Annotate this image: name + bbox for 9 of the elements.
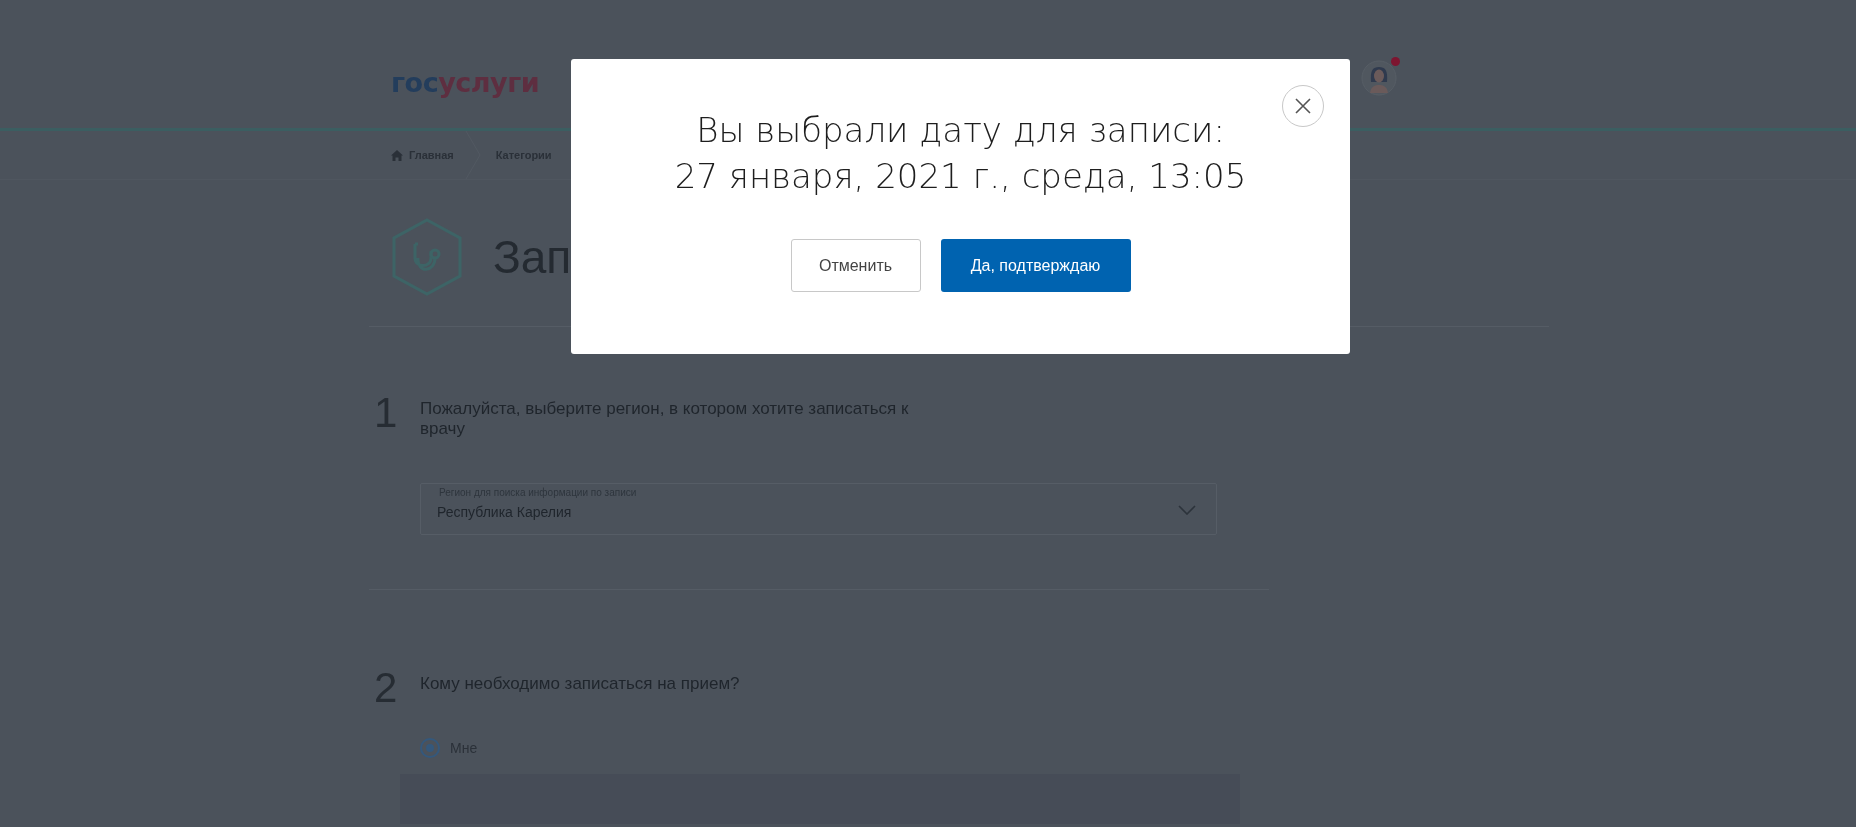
- radio-button[interactable]: [420, 738, 440, 758]
- dialog-title: Вы выбрали дату для записи: 27 января, 2021 г., среда, 13:05: [674, 109, 1247, 198]
- chevron-down-icon: [1178, 505, 1196, 515]
- cancel-button[interactable]: Отменить: [790, 239, 921, 292]
- close-icon: [1295, 98, 1311, 114]
- home-icon: [391, 149, 403, 161]
- close-button[interactable]: [1282, 85, 1324, 127]
- user-avatar[interactable]: [1361, 60, 1397, 96]
- confirm-button[interactable]: Да, подтверждаю: [940, 239, 1131, 292]
